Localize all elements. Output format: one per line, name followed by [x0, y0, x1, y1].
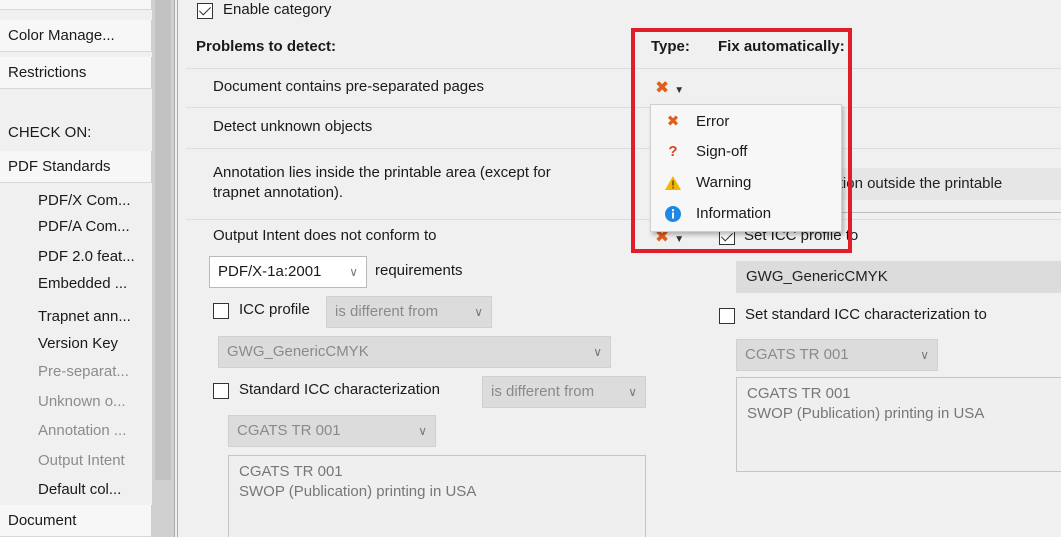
category-sidebar: General Color Manage... Restrictions CHE…	[0, 0, 176, 537]
standard-icc-checkbox[interactable]	[213, 383, 229, 399]
standard-icc-compare-value: is different from	[491, 383, 595, 400]
chevron-down-icon: ∨	[593, 345, 602, 359]
sidebar-item-output-intent[interactable]: Output Intent	[0, 448, 152, 474]
row-annotation-label: Annotation lies inside the printable are…	[213, 164, 551, 201]
menu-item-sign-off-label: Sign-off	[696, 143, 748, 160]
sidebar-item-embedded[interactable]: Embedded ...	[0, 271, 152, 297]
category-list: General Color Manage... Restrictions CHE…	[0, 0, 152, 537]
set-icc-profile-field[interactable]: GWG_GenericCMYK	[736, 261, 1061, 293]
icc-profile-value: GWG_GenericCMYK	[227, 343, 369, 360]
row-output-intent-label: Output Intent does not conform to	[213, 227, 437, 244]
sidebar-item-pdf20-features[interactable]: PDF 2.0 feat...	[0, 244, 152, 270]
sidebar-item-pdf-standards[interactable]: PDF Standards	[0, 151, 152, 183]
menu-item-error[interactable]: ✖ Error	[651, 107, 841, 137]
icc-profile-label: ICC profile	[239, 301, 310, 318]
chevron-down-icon: ∨	[474, 305, 483, 319]
menu-item-sign-off[interactable]: ? Sign-off	[651, 137, 841, 167]
sidebar-item-version-key[interactable]: Version Key	[0, 331, 152, 357]
sidebar-item-annotation[interactable]: Annotation ...	[0, 418, 152, 444]
sidebar-item-pdfx-compliance[interactable]: PDF/X Com...	[0, 188, 152, 214]
menu-item-information-label: Information	[696, 205, 772, 222]
sidebar-scrollbar-thumb[interactable]	[155, 0, 171, 480]
type-header: Type:	[651, 38, 690, 55]
sidebar-heading-check-on: CHECK ON:	[8, 124, 92, 141]
sidebar-item-document[interactable]: Document	[0, 505, 152, 537]
error-x-icon: ✖	[655, 78, 670, 97]
chevron-down-icon: ▼	[674, 234, 685, 245]
icc-profile-checkbox[interactable]	[213, 303, 229, 319]
standard-icc-value-select[interactable]: CGATS TR 001 ∨	[228, 415, 436, 447]
set-standard-icc-checkbox[interactable]	[719, 308, 735, 324]
row-unknown-objects-label: Detect unknown objects	[213, 118, 373, 135]
sidebar-item-general[interactable]: General	[0, 0, 152, 10]
panel-divider	[174, 0, 175, 537]
sidebar-item-pre-separated[interactable]: Pre-separat...	[0, 359, 152, 385]
standard-icc-value: CGATS TR 001	[237, 422, 341, 439]
chevron-down-icon: ∨	[418, 424, 427, 438]
error-x-icon: ✖	[666, 113, 680, 130]
standard-icc-description: CGATS TR 001 SWOP (Publication) printing…	[228, 455, 646, 537]
chevron-down-icon: ∨	[628, 385, 637, 399]
menu-item-information[interactable]: Information	[651, 199, 841, 229]
sidebar-item-pdfa-compliance[interactable]: PDF/A Com...	[0, 214, 152, 240]
sidebar-item-restrictions[interactable]: Restrictions	[0, 57, 152, 89]
chevron-down-icon: ▼	[674, 85, 685, 96]
menu-item-warning[interactable]: Warning	[651, 168, 841, 198]
pdfx-version-select[interactable]: PDF/X-1a:2001 ∨	[209, 256, 367, 288]
menu-item-warning-label: Warning	[696, 174, 752, 191]
sidebar-scrollbar[interactable]	[152, 0, 174, 537]
question-icon: ?	[668, 143, 678, 160]
panel-divider	[177, 0, 178, 537]
type-dropdown-button[interactable]: ✖ ▼	[655, 78, 684, 98]
menu-item-error-label: Error	[696, 113, 730, 130]
set-standard-icc-description: CGATS TR 001 SWOP (Publication) printing…	[736, 377, 1061, 472]
enable-category-label: Enable category	[223, 1, 332, 18]
set-standard-icc-label: Set standard ICC characterization to	[745, 306, 987, 323]
sidebar-item-unknown-objects[interactable]: Unknown o...	[0, 389, 152, 415]
requirements-label: requirements	[375, 262, 463, 279]
fix-header: Fix automatically:	[718, 38, 845, 55]
type-dropdown-menu: ✖ Error ? Sign-off Warning Information	[650, 104, 842, 232]
sidebar-item-default-color[interactable]: Default col...	[0, 477, 152, 503]
pdfx-version-value: PDF/X-1a:2001	[218, 263, 322, 280]
sidebar-item-color-management[interactable]: Color Manage...	[0, 20, 152, 52]
chevron-down-icon: ∨	[349, 265, 358, 279]
set-standard-icc-select[interactable]: CGATS TR 001 ∨	[736, 339, 938, 371]
standard-icc-compare-select[interactable]: is different from ∨	[482, 376, 646, 408]
check-settings-panel: Enable category Problems to detect: Type…	[182, 0, 1061, 537]
chevron-down-icon: ∨	[920, 348, 929, 362]
row-pre-separated-label: Document contains pre-separated pages	[213, 78, 484, 95]
icc-profile-compare-select[interactable]: is different from ∨	[326, 296, 492, 328]
info-circle-icon	[663, 199, 683, 229]
set-standard-icc-value: CGATS TR 001	[745, 346, 849, 363]
standard-icc-label: Standard ICC characterization	[239, 381, 440, 398]
sidebar-item-trapnet[interactable]: Trapnet ann...	[0, 304, 152, 330]
problems-header: Problems to detect:	[196, 38, 337, 55]
warning-triangle-icon	[663, 168, 683, 198]
icc-profile-value-select[interactable]: GWG_GenericCMYK ∨	[218, 336, 611, 368]
enable-category-checkbox[interactable]	[197, 3, 213, 19]
icc-profile-compare-value: is different from	[335, 303, 439, 320]
